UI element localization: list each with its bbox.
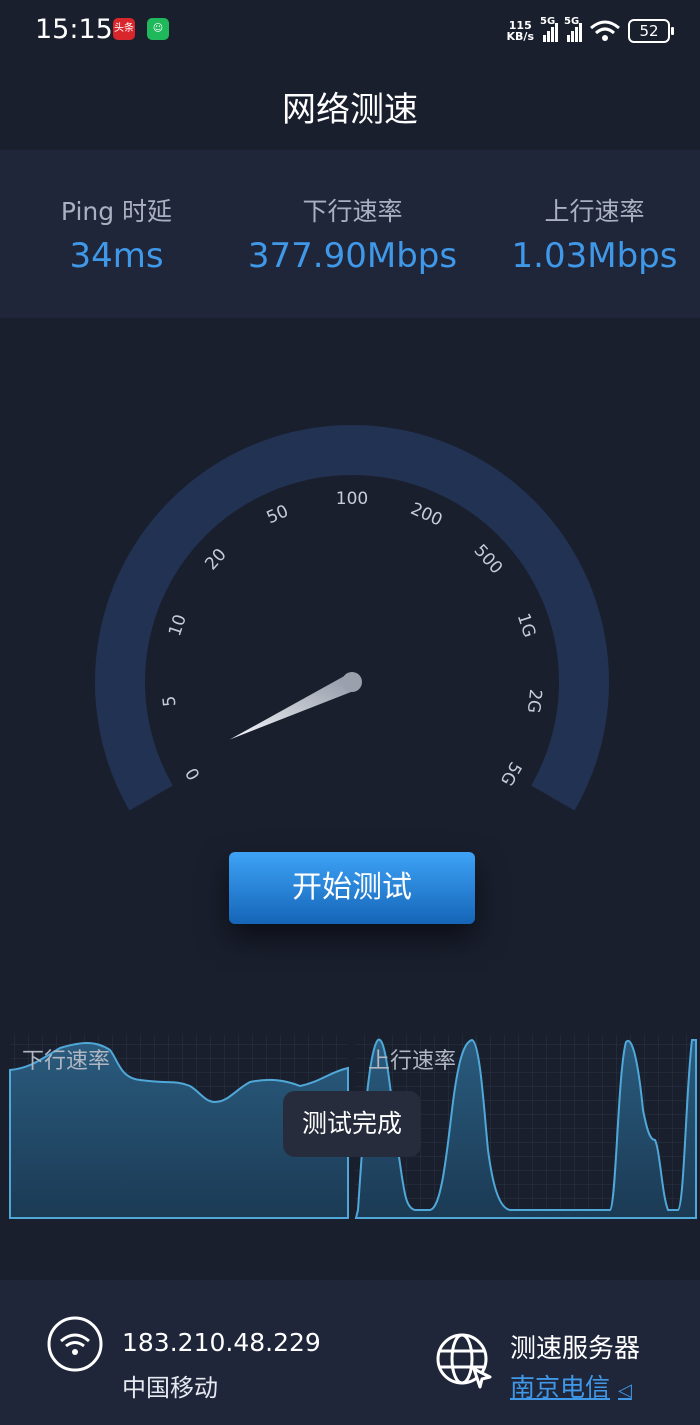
gauge-tick-label: 500 xyxy=(470,541,507,579)
upload-chart-label: 上行速率 xyxy=(368,1049,456,1074)
server-name[interactable]: 南京电信 xyxy=(510,1373,610,1402)
upload-stat: 上行速率 1.03Mbps xyxy=(478,192,700,276)
ping-value: 34ms xyxy=(69,236,164,276)
ping-stat: Ping 时延 34ms xyxy=(0,192,233,276)
wifi-network-icon xyxy=(47,1316,103,1372)
status-right: 115 KB/s 5G 5G 52 xyxy=(506,14,674,48)
carrier-name: 中国移动 xyxy=(122,1374,218,1402)
stats-panel: Ping 时延 34ms 下行速率 377.90Mbps 上行速率 1.03Mb… xyxy=(0,150,700,318)
toutiao-app-icon: 头条 xyxy=(113,18,135,40)
upload-label: 上行速率 xyxy=(544,197,645,226)
server-select-link[interactable]: 南京电信 ◁ xyxy=(510,1368,632,1404)
gauge-tick-label: 20 xyxy=(201,545,230,574)
start-test-button[interactable]: 开始测试 xyxy=(229,852,475,924)
gauge-tick-label: 10 xyxy=(165,612,191,639)
mi-home-app-icon: ☺ xyxy=(147,18,169,40)
gauge-tick-label: 2G xyxy=(523,688,545,714)
sim2-signal-icon: 5G xyxy=(564,16,582,42)
upload-value: 1.03Mbps xyxy=(511,236,678,276)
battery-indicator: 52 xyxy=(628,19,674,43)
download-value: 377.90Mbps xyxy=(247,236,458,276)
gauge-needle xyxy=(229,673,356,740)
page-title: 网络测速 xyxy=(282,90,418,130)
download-chart-label: 下行速率 xyxy=(22,1049,110,1074)
status-bar: 15:15 头条 ☺ 115 KB/s 5G 5G 52 xyxy=(0,0,700,62)
status-time: 15:15 xyxy=(35,14,113,45)
gauge-tick-label: 5 xyxy=(159,695,180,708)
speed-gauge: 0 5 10 20 50 100 200 500 1G 2G 5G xyxy=(95,425,609,811)
footer-panel: 183.210.48.229 中国移动 测速服务器 南京电信 ◁ xyxy=(0,1280,700,1425)
globe-server-icon xyxy=(436,1333,492,1389)
sim1-signal-icon: 5G xyxy=(540,16,558,42)
gauge-hub xyxy=(342,672,362,692)
gauge-tick-label: 100 xyxy=(336,489,368,509)
ping-label: Ping 时延 xyxy=(60,197,173,226)
gauge-tick-label: 0 xyxy=(182,764,205,783)
ip-address: 183.210.48.229 xyxy=(122,1328,321,1357)
gauge-tick-label: 200 xyxy=(408,499,446,530)
download-stat: 下行速率 377.90Mbps xyxy=(236,192,469,276)
gauge-tick-label: 1G xyxy=(513,611,539,640)
download-label: 下行速率 xyxy=(302,197,403,226)
wifi-icon xyxy=(590,20,620,41)
server-label: 测速服务器 xyxy=(510,1334,641,1364)
net-speed: 115 KB/s xyxy=(506,19,534,43)
test-complete-toast: 测试完成 xyxy=(283,1091,421,1157)
chevron-left-icon[interactable]: ◁ xyxy=(618,1380,632,1401)
gauge-tick-label: 5G xyxy=(496,758,525,789)
gauge-tick-label: 50 xyxy=(264,501,292,528)
